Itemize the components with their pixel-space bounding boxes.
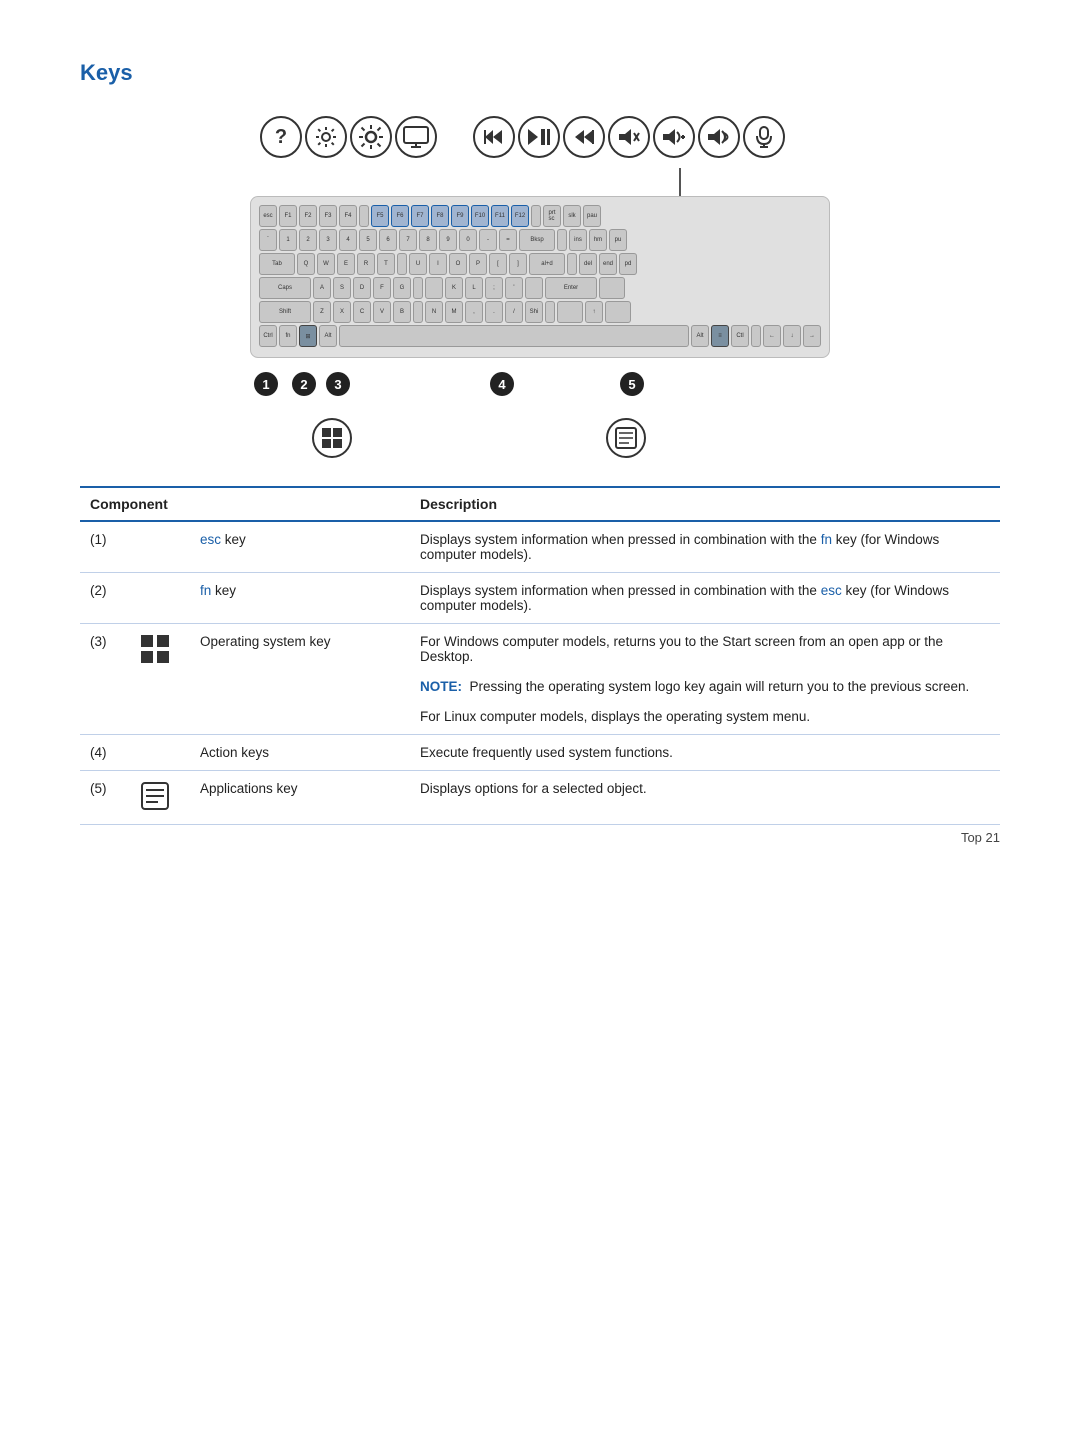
row-component: Operating system key (190, 624, 410, 735)
row-icon (130, 735, 190, 771)
brightness-down-icon (305, 116, 347, 158)
play-pause-icon (518, 116, 560, 158)
callout-1: 1 (254, 372, 278, 396)
applications-key-badge (606, 418, 646, 458)
row-description: Displays system information when pressed… (410, 573, 1000, 624)
row-description: Displays system information when pressed… (410, 521, 1000, 573)
component-table: Component Description (1) esc key Displa… (80, 486, 1000, 825)
row-component: fn key (190, 573, 410, 624)
table-row: (1) esc key Displays system information … (80, 521, 1000, 573)
windows-key-badge (312, 418, 352, 458)
row-icon (130, 573, 190, 624)
page-title: Keys (80, 60, 1000, 86)
brightness-up-icon (350, 116, 392, 158)
row-num: (1) (80, 521, 130, 573)
volume-up-icon (653, 116, 695, 158)
callout-3: 3 (326, 372, 350, 396)
row-num: (4) (80, 735, 130, 771)
table-row: (3) Operating system key For Windows com… (80, 624, 1000, 735)
callout-4: 4 (490, 372, 514, 396)
row-description: Displays options for a selected object. (410, 771, 1000, 825)
prev-track-icon (473, 116, 515, 158)
table-row: (2) fn key Displays system information w… (80, 573, 1000, 624)
callout-5: 5 (620, 372, 644, 396)
page-footer: Top 21 (961, 830, 1000, 845)
row-icon-windows (130, 624, 190, 735)
volume-mute2-icon (698, 116, 740, 158)
row-num: (2) (80, 573, 130, 624)
mic-icon (743, 116, 785, 158)
keyboard-diagram: ? (250, 116, 830, 470)
row-component: esc key (190, 521, 410, 573)
callout-2: 2 (292, 372, 316, 396)
row-component: Action keys (190, 735, 410, 771)
help-icon: ? (260, 116, 302, 158)
row-description: For Windows computer models, returns you… (410, 624, 1000, 735)
header-component: Component (80, 487, 410, 521)
row-component: Applications key (190, 771, 410, 825)
mute-icon (608, 116, 650, 158)
row-num: (5) (80, 771, 130, 825)
row-num: (3) (80, 624, 130, 735)
table-row: (5) Applications key Displays options fo… (80, 771, 1000, 825)
next-track-icon (563, 116, 605, 158)
row-icon-applications (130, 771, 190, 825)
keyboard-image: esc F1 F2 F3 F4 F5 F6 F7 F8 F9 F10 F11 F… (250, 196, 830, 358)
display-icon (395, 116, 437, 158)
row-description: Execute frequently used system functions… (410, 735, 1000, 771)
row-icon (130, 521, 190, 573)
table-row: (4) Action keys Execute frequently used … (80, 735, 1000, 771)
header-description: Description (410, 487, 1000, 521)
